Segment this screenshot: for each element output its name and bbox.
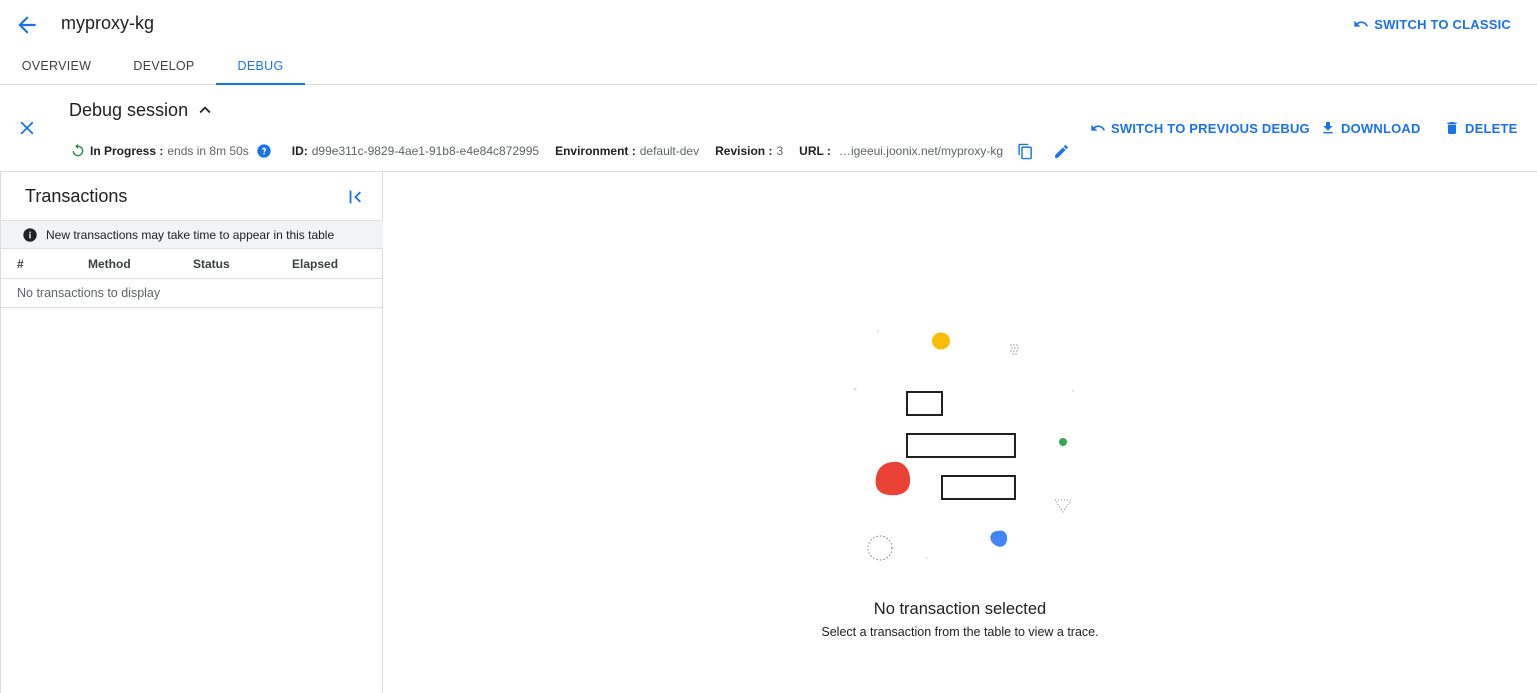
help-icon[interactable] (256, 143, 272, 159)
environment-value: default-dev (639, 144, 700, 158)
chevron-up-icon[interactable] (194, 99, 216, 121)
delete-button[interactable]: DELETE (1444, 119, 1517, 137)
empty-state-subtitle: Select a transaction from the table to v… (821, 625, 1099, 639)
trash-icon (1444, 120, 1460, 136)
id-value: d99e311c-9829-4ae1-91b8-e4e84c872995 (311, 144, 540, 158)
download-icon (1320, 120, 1336, 136)
session-meta: In Progress : ends in 8m 50s ID: d99e311… (70, 141, 1070, 161)
switch-to-previous-debug-button[interactable]: SWITCH TO PREVIOUS DEBUG (1090, 119, 1310, 137)
revision-value: 3 (776, 144, 784, 158)
close-icon[interactable] (16, 117, 38, 139)
tab-bar: OVERVIEW DEVELOP DEBUG (0, 48, 1537, 85)
tab-debug[interactable]: DEBUG (216, 48, 305, 85)
id-label: ID: (291, 144, 308, 158)
column-header-number[interactable]: # (17, 257, 24, 271)
edit-icon[interactable] (1053, 143, 1070, 160)
transactions-title: Transactions (25, 186, 128, 206)
progress-icon (70, 143, 86, 159)
url-value: …igeeui.joonix.net/myproxy-kg (838, 144, 1004, 158)
undo-icon (1353, 16, 1369, 32)
tab-overview[interactable]: OVERVIEW (0, 48, 113, 85)
status-label: In Progress : (90, 144, 164, 158)
url-label: URL : (799, 144, 831, 158)
environment-label: Environment : (555, 144, 636, 158)
debug-session-header: Debug session In Progress : ends in 8m 5… (0, 85, 1537, 172)
transactions-panel: Transactions New transactions may take t… (0, 172, 383, 693)
info-banner: New transactions may take time to appear… (1, 220, 383, 249)
undo-icon (1090, 120, 1106, 136)
download-button[interactable]: DOWNLOAD (1320, 119, 1421, 137)
info-text: New transactions may take time to appear… (46, 227, 335, 242)
status-value: ends in 8m 50s (167, 144, 249, 158)
delete-label: DELETE (1465, 120, 1518, 136)
switch-to-previous-debug-label: SWITCH TO PREVIOUS DEBUG (1111, 120, 1310, 136)
column-header-status[interactable]: Status (193, 257, 230, 271)
back-arrow-icon[interactable] (14, 12, 40, 38)
switch-to-classic-label: SWITCH TO CLASSIC (1374, 16, 1511, 32)
debug-session-title: Debug session (69, 100, 189, 120)
collapse-panel-icon[interactable] (345, 186, 367, 208)
table-header: # Method Status Elapsed (1, 249, 383, 279)
empty-table-message: No transactions to display (1, 279, 383, 308)
column-header-method[interactable]: Method (88, 257, 131, 271)
info-icon (22, 227, 38, 243)
top-bar: myproxy-kg SWITCH TO CLASSIC (0, 0, 1537, 48)
empty-state-title: No transaction selected (873, 600, 1047, 618)
page-title: myproxy-kg (61, 13, 155, 33)
column-header-elapsed[interactable]: Elapsed (292, 257, 338, 271)
empty-state-illustration (846, 320, 1086, 570)
switch-to-classic-button[interactable]: SWITCH TO CLASSIC (1353, 15, 1511, 33)
download-label: DOWNLOAD (1341, 120, 1421, 136)
copy-icon[interactable] (1017, 143, 1034, 160)
tab-develop[interactable]: DEVELOP (113, 48, 215, 85)
revision-label: Revision : (715, 144, 773, 158)
